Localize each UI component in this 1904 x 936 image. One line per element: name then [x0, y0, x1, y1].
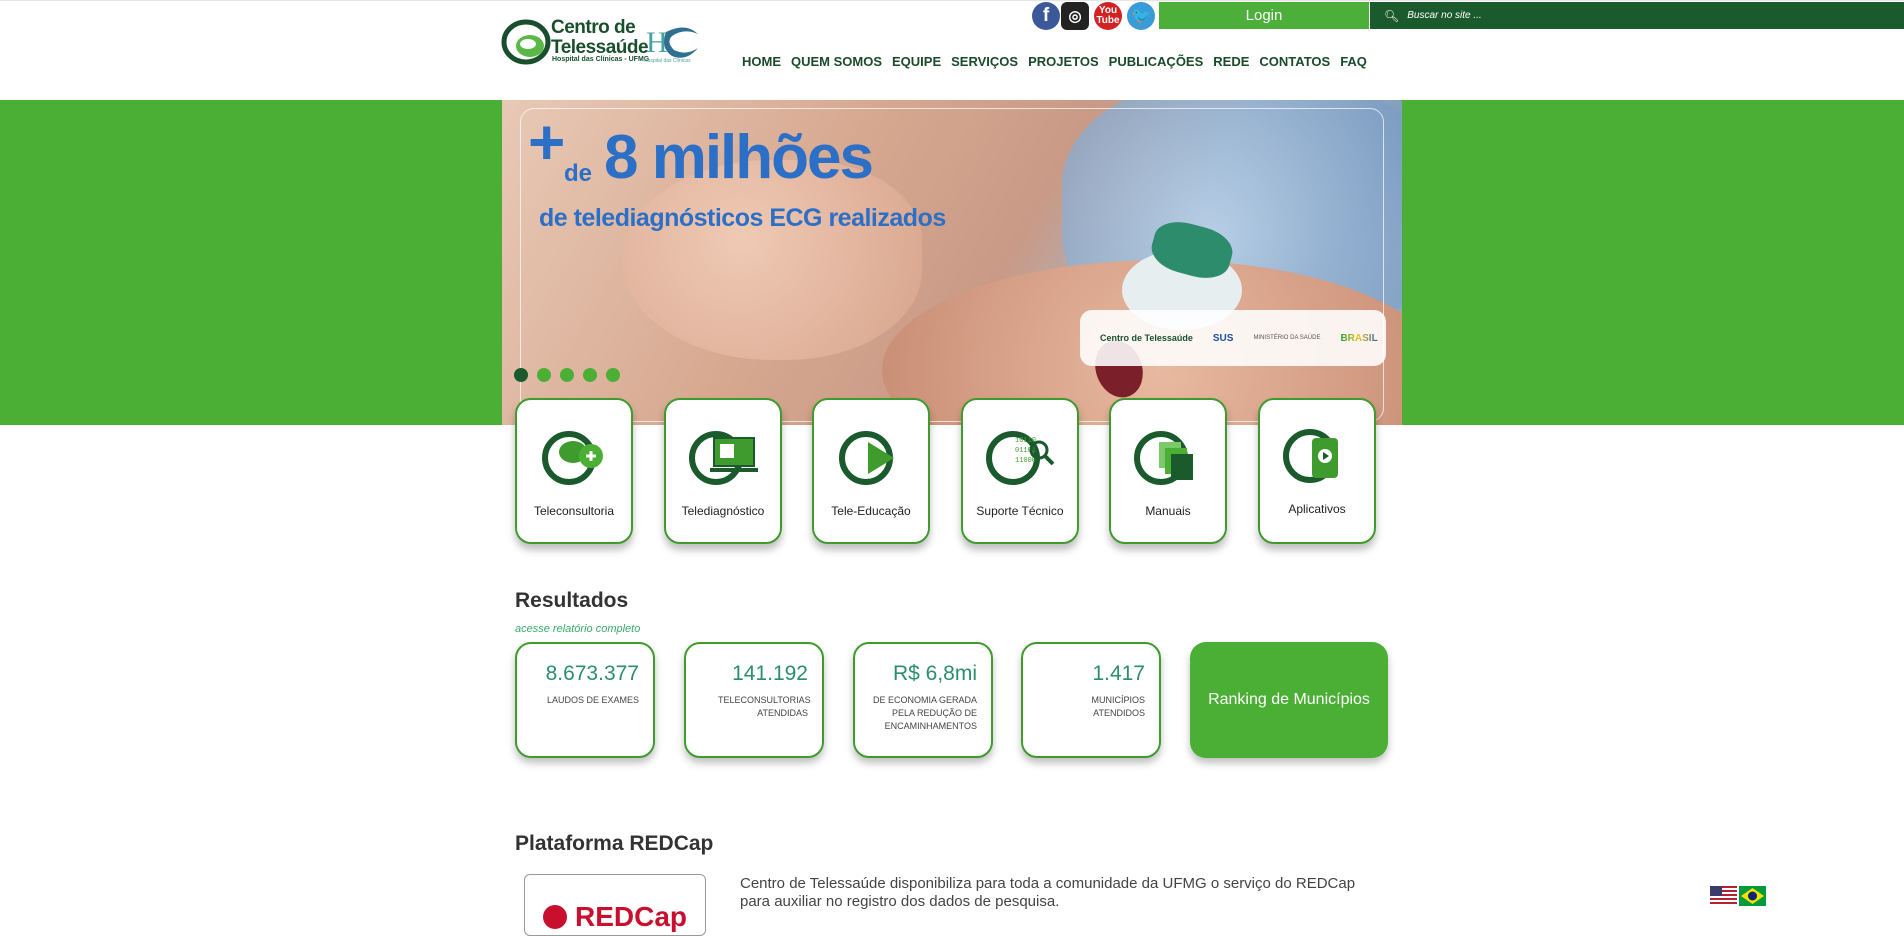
nav-equipe[interactable]: EQUIPE — [892, 54, 941, 69]
stat-value: 141.192 — [732, 662, 808, 685]
nav-projetos[interactable]: PROJETOS — [1028, 54, 1099, 69]
teleconsultoria-icon — [542, 431, 603, 485]
service-card-aplicativos[interactable]: Aplicativos — [1258, 398, 1376, 544]
logo-line1: Centro de — [551, 17, 636, 38]
slider-dot-2[interactable] — [537, 368, 551, 382]
stat-card-economia: R$ 6,8mi DE ECONOMIA GERADA PELA REDUÇÃO… — [853, 642, 993, 758]
top-border — [0, 0, 1904, 1]
svg-text:11000: 11000 — [1015, 457, 1036, 465]
stat-card-teleconsultorias: 141.192 TELECONSULTORIAS ATENDIDAS — [684, 642, 824, 758]
hc-subtitle: Hospital das Clínicas — [644, 58, 691, 64]
search-bar: 🔍︎ — [1370, 2, 1904, 29]
language-selector — [1710, 886, 1766, 906]
redcap-logo-text: REDCap — [575, 901, 688, 932]
stat-card-municipios: 1.417 MUNICÍPIOS ATENDIDOS — [1021, 642, 1161, 758]
service-label: Telediagnóstico — [681, 504, 765, 518]
service-label: Suporte Técnico — [976, 504, 1064, 518]
manuais-icon — [1134, 431, 1193, 485]
partner-logos: Centro de Telessaúde SUS MINISTÉRIO DA S… — [1080, 310, 1386, 366]
brazil-flag-icon[interactable] — [1739, 886, 1766, 906]
instagram-icon[interactable]: ◎ — [1061, 2, 1089, 30]
service-label: Manuais — [1145, 504, 1191, 518]
redcap-logo[interactable]: REDCap — [524, 874, 706, 936]
us-flag-icon[interactable] — [1710, 886, 1737, 906]
nav-rede[interactable]: REDE — [1213, 54, 1249, 69]
facebook-icon[interactable]: f — [1032, 2, 1060, 30]
redcap-logo-mark — [543, 905, 567, 929]
partner-telessaude: Centro de Telessaúde — [1100, 333, 1193, 343]
aplicativos-icon — [1283, 429, 1338, 483]
service-card-manuais[interactable]: Manuais — [1109, 398, 1227, 544]
partner-sus: SUS — [1212, 332, 1234, 344]
logo-subtitle: Hospital das Clínicas - UFMG — [552, 56, 650, 63]
logo-line2: Telessaúde — [551, 37, 649, 58]
headline-plus: + — [528, 106, 566, 178]
logo-text: Centro de Telessaúde — [551, 17, 649, 58]
service-label: Tele-Educação — [831, 504, 911, 518]
twitter-icon[interactable]: 🐦 — [1127, 2, 1155, 30]
stat-card-laudos: 8.673.377 LAUDOS DE EXAMES — [515, 642, 655, 758]
headline-subline: de telediagnósticos ECG realizados — [539, 204, 946, 232]
headline-de: de — [564, 160, 593, 187]
nav-faq[interactable]: FAQ — [1340, 54, 1367, 69]
banner-slide[interactable]: + de 8 milhões de telediagnósticos ECG r… — [502, 100, 1402, 425]
stat-description: TELECONSULTORIAS ATENDIDAS — [718, 695, 811, 718]
nav-contatos[interactable]: CONTATOS — [1259, 54, 1330, 69]
telediagnostico-icon — [689, 431, 758, 485]
slider-dot-3[interactable] — [560, 368, 574, 382]
ranking-municipios-button[interactable]: Ranking de Municípios — [1190, 642, 1388, 758]
youtube-icon[interactable]: You Tube — [1094, 2, 1122, 30]
service-card-teleconsultoria[interactable]: Teleconsultoria — [515, 398, 633, 544]
slider-dot-4[interactable] — [583, 368, 597, 382]
tele-educacao-icon — [839, 431, 894, 485]
suporte-tecnico-icon: 10110 01101 11000 — [986, 431, 1055, 485]
search-icon[interactable]: 🔍︎ — [1384, 9, 1399, 23]
stat-value: 8.673.377 — [545, 662, 639, 685]
service-label: Teleconsultoria — [533, 504, 615, 518]
partner-brasil: BRASIL — [1340, 332, 1378, 344]
slider-dots — [514, 368, 620, 382]
nav-servicos[interactable]: SERVIÇOS — [951, 54, 1018, 69]
partner-ministerio: MINISTÉRIO DA SAÚDE — [1253, 335, 1321, 341]
nav-publicacoes[interactable]: PUBLICAÇÕES — [1109, 54, 1204, 69]
service-label: Aplicativos — [1288, 502, 1346, 516]
slider-dot-1[interactable] — [514, 368, 528, 382]
relatorio-link[interactable]: acesse relatório completo — [515, 623, 640, 635]
resultados-title: Resultados — [515, 589, 629, 612]
redcap-description: Centro de Telessaúde disponibiliza para … — [740, 875, 1356, 910]
main-nav: HOME QUEM SOMOS EQUIPE SERVIÇOS PROJETOS… — [742, 54, 1377, 69]
search-input[interactable] — [1405, 9, 1710, 22]
service-card-telediagnostico[interactable]: Telediagnóstico — [664, 398, 782, 544]
stat-value: 1.417 — [1092, 662, 1145, 685]
service-card-tele-educacao[interactable]: Tele-Educação — [812, 398, 930, 544]
nav-quem-somos[interactable]: QUEM SOMOS — [791, 54, 882, 69]
redcap-title: Plataforma REDCap — [515, 832, 714, 855]
stat-value: R$ 6,8mi — [892, 662, 977, 685]
headline-number: 8 milhões — [604, 123, 874, 192]
stat-description: DE ECONOMIA GERADA PELA REDUÇÃO DE ENCAM… — [872, 695, 977, 731]
stat-description: MUNICÍPIOS ATENDIDOS — [1091, 695, 1145, 718]
nav-home[interactable]: HOME — [742, 54, 781, 69]
service-card-suporte-tecnico[interactable]: 10110 01101 11000 Suporte Técnico — [961, 398, 1079, 544]
login-button[interactable]: Login — [1159, 2, 1369, 29]
slider-dot-5[interactable] — [606, 368, 620, 382]
stat-description: LAUDOS DE EXAMES — [546, 695, 639, 705]
